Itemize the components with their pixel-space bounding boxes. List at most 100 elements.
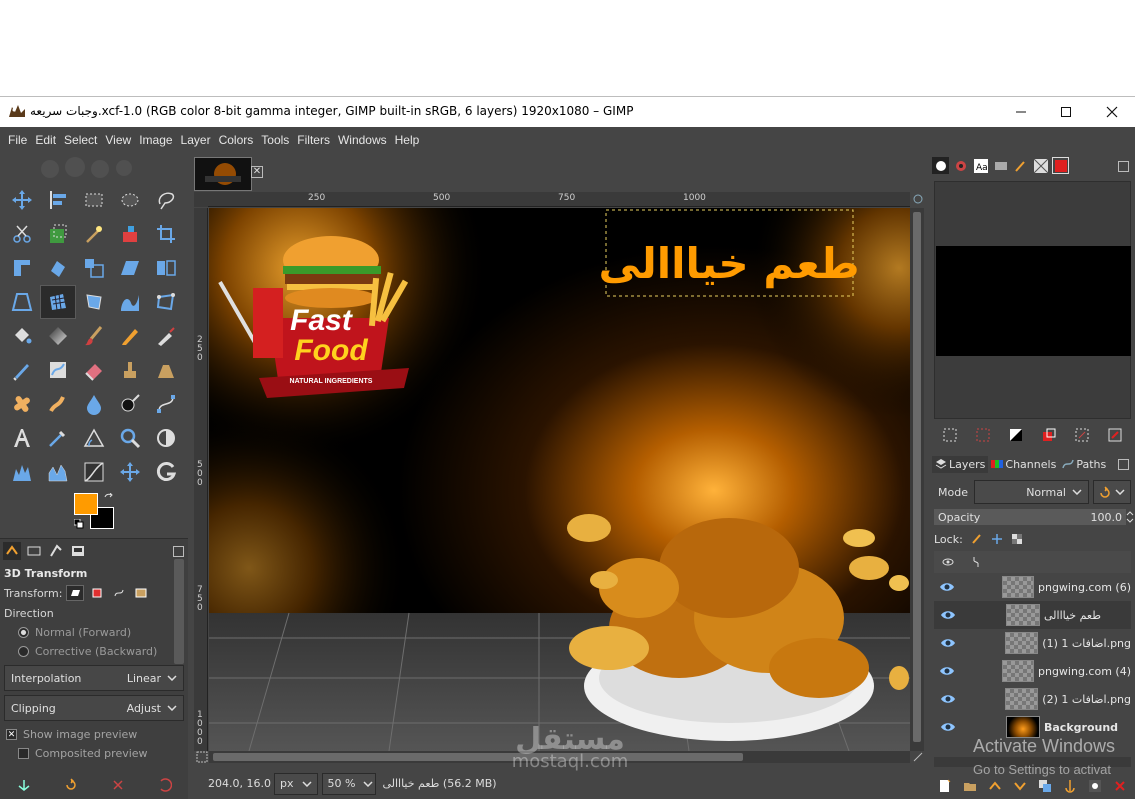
brush-editor-tab-icon[interactable] (1012, 157, 1029, 174)
default-colors-icon[interactable] (74, 519, 84, 529)
ellipse-select-tool-icon[interactable] (112, 183, 148, 217)
gradient-tool-icon[interactable] (40, 319, 76, 353)
clone-tool-icon[interactable] (112, 353, 148, 387)
direction-normal-option[interactable]: Normal (Forward) (0, 623, 188, 642)
anchor-layer-icon[interactable] (1063, 779, 1077, 793)
close-image-tab-icon[interactable]: ✕ (251, 166, 263, 178)
ink-tool-icon[interactable] (4, 353, 40, 387)
paintbrush-tool-icon[interactable] (76, 319, 112, 353)
warp-transform-tool-icon[interactable] (112, 285, 148, 319)
layer-mode-select[interactable]: Normal (974, 480, 1089, 504)
heal-tool-icon[interactable] (4, 387, 40, 421)
patterns-tab-icon[interactable] (1032, 157, 1049, 174)
curves-tool-icon[interactable] (76, 455, 112, 489)
pencil-tool-icon[interactable] (112, 319, 148, 353)
mypaint-brush-tool-icon[interactable] (40, 353, 76, 387)
fuzzy-select-tool-icon[interactable] (76, 217, 112, 251)
delete-options-icon[interactable] (111, 778, 125, 792)
horizontal-ruler[interactable]: 250 500 750 1000 (208, 192, 910, 207)
delete-layer-icon[interactable] (1113, 779, 1127, 793)
new-layer-icon[interactable] (938, 779, 952, 793)
airbrush-tool-icon[interactable] (148, 319, 184, 353)
histogram-tool-icon[interactable] (40, 455, 76, 489)
brushes-tab-icon[interactable] (932, 157, 949, 174)
mask-layer-icon[interactable] (1088, 779, 1102, 793)
menu-tools[interactable]: Tools (257, 133, 293, 147)
bucket-fill-tool-icon[interactable] (4, 319, 40, 353)
menu-file[interactable]: File (4, 133, 31, 147)
scrollbar-thumb[interactable] (213, 753, 743, 761)
zoom-fit-icon[interactable] (912, 751, 924, 763)
transform-path-icon[interactable] (110, 585, 128, 601)
vertical-ruler[interactable]: 2 5 0 5 0 0 7 5 0 1 0 0 0 (194, 208, 208, 751)
eye-icon[interactable] (934, 638, 962, 648)
images-tab-icon[interactable] (69, 542, 87, 560)
zoom-tool-icon[interactable] (112, 421, 148, 455)
tool-options-scrollbar[interactable] (174, 559, 184, 664)
invert-selection-icon[interactable] (1009, 428, 1023, 442)
align-tool-icon[interactable] (40, 183, 76, 217)
stroke-selection-icon[interactable] (1108, 428, 1122, 442)
menu-help[interactable]: Help (391, 133, 424, 147)
opacity-spin-icon[interactable] (1126, 510, 1134, 524)
menu-layer[interactable]: Layer (177, 133, 215, 147)
color-picker-tool-icon[interactable] (40, 421, 76, 455)
unified-transform-tool-icon[interactable] (4, 251, 40, 285)
reset-options-icon[interactable] (158, 778, 172, 792)
transform-image-icon[interactable] (132, 585, 150, 601)
save-options-icon[interactable] (17, 778, 31, 792)
eye-icon[interactable] (934, 666, 960, 676)
menu-edit[interactable]: Edit (31, 133, 60, 147)
zoom-select[interactable]: 50 % (321, 772, 377, 795)
layer-row-selected[interactable]: طعم خيااالى (934, 601, 1131, 629)
show-preview-checkbox[interactable]: ✕ (6, 729, 17, 740)
paths-tool-icon[interactable] (148, 387, 184, 421)
eye-icon[interactable] (934, 582, 960, 592)
tab-paths[interactable]: Paths (1059, 456, 1109, 473)
scale-tool-icon[interactable] (76, 251, 112, 285)
image-canvas[interactable]: Fast Food NATURAL INGREDIENTS طعم خيااال… (209, 208, 910, 751)
levels-tool-icon[interactable] (4, 455, 40, 489)
restore-options-icon[interactable] (64, 778, 78, 792)
swap-colors-icon[interactable] (104, 493, 114, 503)
gegl-g-tool-icon[interactable] (148, 455, 184, 489)
select-by-color-tool-icon[interactable] (112, 217, 148, 251)
interpolation-select[interactable]: Interpolation Linear (4, 665, 184, 691)
perspective-tool-icon[interactable] (4, 285, 40, 319)
handle-transform-tool-icon[interactable] (148, 285, 184, 319)
opacity-slider[interactable]: Opacity 100.0 (934, 509, 1126, 525)
eye-icon[interactable] (934, 722, 962, 732)
chain-column-icon[interactable] (962, 556, 990, 568)
menu-select[interactable]: Select (60, 133, 101, 147)
3d-transform-tool-icon[interactable] (40, 285, 76, 319)
fg-bg-color-selector[interactable] (74, 493, 118, 531)
selection-to-path-icon[interactable] (1075, 428, 1089, 442)
rotate-tool-icon[interactable] (40, 251, 76, 285)
direction-corrective-radio[interactable] (18, 646, 29, 657)
fonts-tab-icon[interactable]: Aa (972, 157, 989, 174)
composite-mode-select[interactable] (1093, 480, 1131, 504)
flip-tool-icon[interactable] (148, 251, 184, 285)
direction-normal-radio[interactable] (18, 627, 29, 638)
move-tool-icon[interactable] (4, 183, 40, 217)
image-tab-thumbnail[interactable] (194, 157, 252, 191)
text-tool-icon[interactable] (4, 421, 40, 455)
unit-select[interactable]: px (274, 772, 318, 795)
shear-tool-icon[interactable] (112, 251, 148, 285)
direction-corrective-option[interactable]: Corrective (Backward) (0, 642, 188, 661)
rect-select-tool-icon[interactable] (76, 183, 112, 217)
minimize-button[interactable] (998, 97, 1044, 127)
dynamics-tab-icon[interactable] (952, 157, 969, 174)
ruler-corner[interactable] (194, 192, 208, 207)
maximize-button[interactable] (1043, 97, 1089, 127)
smudge-tool-icon[interactable] (40, 387, 76, 421)
layers-dock-menu-button[interactable] (1118, 459, 1129, 470)
crop-tool-icon[interactable] (148, 217, 184, 251)
select-all-icon[interactable] (943, 428, 957, 442)
quick-mask-icon[interactable] (196, 751, 208, 763)
show-preview-option[interactable]: ✕ Show image preview (0, 725, 188, 744)
dock-menu-button[interactable] (1118, 161, 1129, 172)
eye-icon[interactable] (934, 610, 962, 620)
tool-options-menu-button[interactable] (173, 545, 184, 557)
device-status-tab-icon[interactable] (25, 542, 43, 560)
